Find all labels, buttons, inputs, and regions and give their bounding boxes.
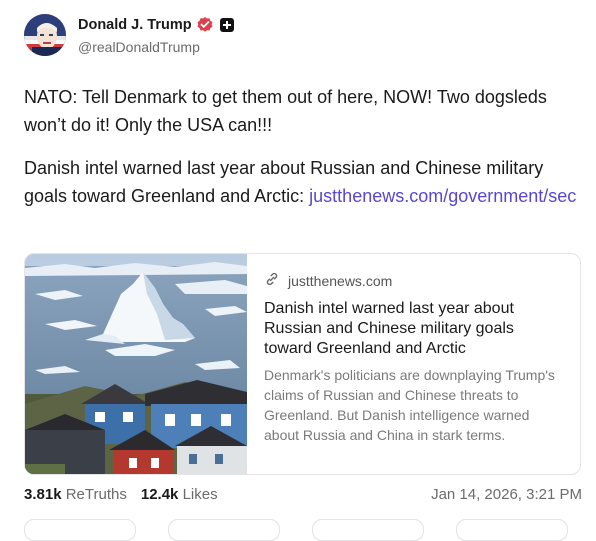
retruths-label: ReTruths	[65, 486, 127, 503]
timestamp[interactable]: Jan 14, 2026, 3:21 PM	[431, 486, 582, 503]
retruths-count: 3.81k	[24, 486, 62, 503]
plus-icon[interactable]	[219, 18, 234, 32]
display-name[interactable]: Donald J. Trump	[78, 17, 192, 33]
link-preview-card[interactable]: justthenews.com Danish intel warned last…	[24, 253, 581, 475]
card-domain: justthenews.com	[288, 273, 393, 289]
link-icon	[264, 271, 280, 292]
post-paragraph-1: NATO: Tell Denmark to get them out of he…	[24, 87, 547, 135]
author-info: Donald J. Trump @realDonaldTrump	[78, 15, 234, 55]
handle[interactable]: @realDonaldTrump	[78, 39, 234, 55]
post: Donald J. Trump @realDonaldTrump NATO: T…	[0, 0, 596, 541]
action-button-retruth[interactable]	[168, 519, 280, 541]
greenland-icebergs-photo	[25, 254, 247, 474]
avatar[interactable]	[24, 14, 66, 56]
avatar-image	[24, 14, 66, 56]
action-button-reply[interactable]	[24, 519, 136, 541]
post-stats: 3.81k ReTruths 12.4k Likes	[24, 486, 218, 503]
card-body: justthenews.com Danish intel warned last…	[264, 270, 564, 445]
post-paragraph-2: Danish intel warned last year about Russ…	[24, 154, 580, 210]
card-description: Denmark's politicians are downplaying Tr…	[264, 367, 555, 443]
action-button-share[interactable]	[456, 519, 568, 541]
verified-badge-icon	[196, 16, 214, 34]
card-title: Danish intel warned last year about Russ…	[264, 300, 514, 357]
retruths-stat[interactable]: 3.81k ReTruths	[24, 486, 127, 503]
post-link[interactable]: justthenews.com/government/sec	[309, 186, 576, 206]
likes-count: 12.4k	[140, 486, 179, 503]
action-button-like[interactable]	[312, 519, 424, 541]
likes-stat[interactable]: 12.4k Likes	[141, 486, 218, 503]
likes-label: Likes	[182, 486, 218, 503]
